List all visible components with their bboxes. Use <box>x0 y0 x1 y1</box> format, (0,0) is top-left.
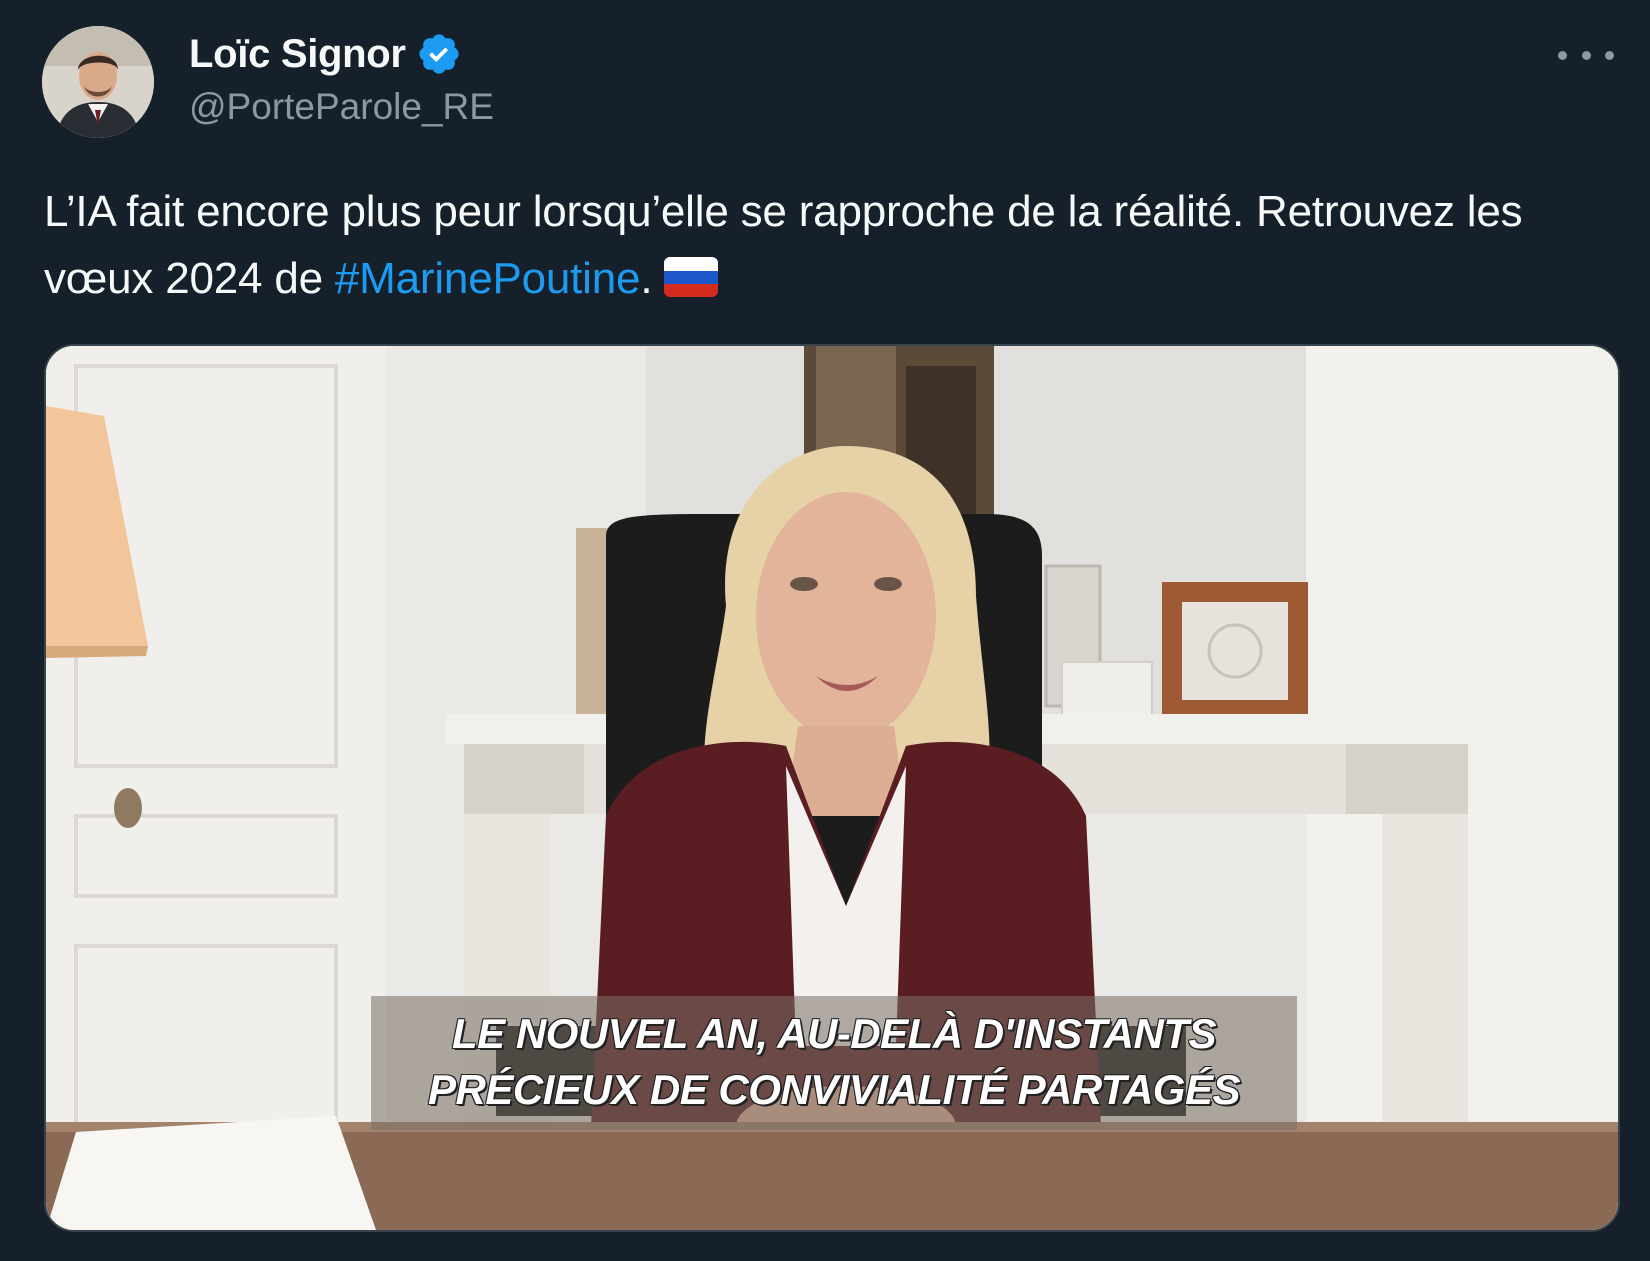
avatar-image <box>42 26 154 138</box>
author-name-row: Loïc Signor <box>189 28 494 80</box>
author-display-name[interactable]: Loïc Signor <box>189 32 406 77</box>
author-info: Loïc Signor @PorteParole_RE <box>189 28 494 128</box>
tweet-text-end: . <box>640 254 653 303</box>
subtitle-line-2: PRÉCIEUX DE CONVIVIALITÉ PARTAGÉS <box>428 1066 1240 1113</box>
more-dot <box>1605 50 1614 60</box>
more-dot <box>1581 50 1591 60</box>
subtitle-line-1: LE NOUVEL AN, AU-DELÀ D'INSTANTS <box>452 1010 1217 1057</box>
more-dot <box>1558 50 1567 60</box>
author-handle[interactable]: @PorteParole_RE <box>189 86 494 128</box>
hashtag-link[interactable]: #MarinePoutine <box>335 254 641 303</box>
russia-flag-emoji <box>664 257 719 298</box>
verified-badge-icon[interactable] <box>416 31 462 77</box>
tweet-text-body: L’IA fait encore plus peur lorsqu’elle s… <box>44 187 1523 303</box>
video-subtitle: LE NOUVEL AN, AU-DELÀ D'INSTANTS PRÉCIEU… <box>371 996 1297 1130</box>
video-player[interactable]: LE NOUVEL AN, AU-DELÀ D'INSTANTS PRÉCIEU… <box>44 344 1620 1232</box>
tweet: Loïc Signor @PorteParole_RE L’IA fait en… <box>0 0 1650 1261</box>
more-options-icon[interactable] <box>1558 40 1614 70</box>
tweet-text: L’IA fait encore plus peur lorsqu’elle s… <box>44 178 1624 312</box>
author-avatar[interactable] <box>42 26 154 138</box>
